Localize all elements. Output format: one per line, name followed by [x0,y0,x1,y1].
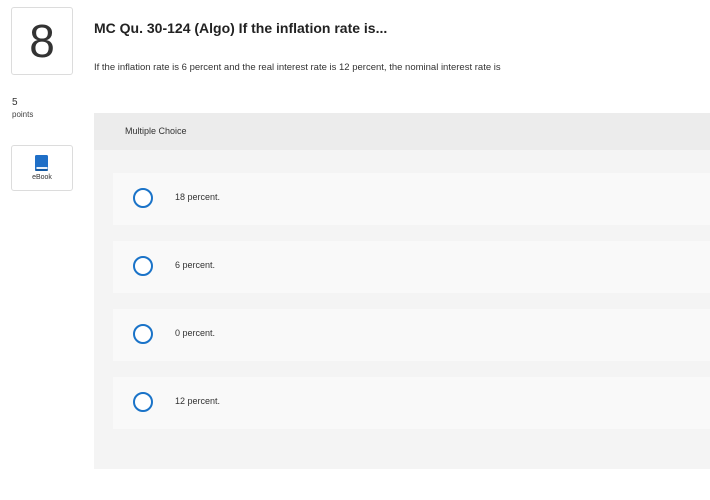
answer-option[interactable]: 0 percent. [113,309,710,361]
answer-option-label: 12 percent. [175,396,221,406]
question-number: 8 [11,7,73,75]
points-value: 5 [12,97,18,108]
answer-option-label: 18 percent. [175,192,221,202]
answer-panel-header: Multiple Choice [94,113,710,150]
question-title: MC Qu. 30-124 (Algo) If the inflation ra… [94,20,388,36]
answer-option[interactable]: 6 percent. [113,241,710,293]
ebook-label: eBook [32,174,52,181]
answer-option[interactable]: 12 percent. [113,377,710,429]
question-page: 8 5 points eBook MC Qu. 30-124 (Algo) If… [0,0,710,500]
question-type-label: Multiple Choice [125,126,187,136]
answer-option-label: 6 percent. [175,260,216,270]
book-icon [34,154,50,172]
points-label: points [12,110,34,119]
radio-button[interactable] [133,392,153,412]
radio-button[interactable] [133,324,153,344]
answer-option-label: 0 percent. [175,328,216,338]
ebook-button[interactable]: eBook [11,145,73,191]
radio-button[interactable] [133,256,153,276]
question-text: If the inflation rate is 6 percent and t… [94,62,501,73]
radio-button[interactable] [133,188,153,208]
answer-panel: Multiple Choice 18 percent. 6 percent. 0… [94,113,710,469]
answer-option[interactable]: 18 percent. [113,173,710,225]
